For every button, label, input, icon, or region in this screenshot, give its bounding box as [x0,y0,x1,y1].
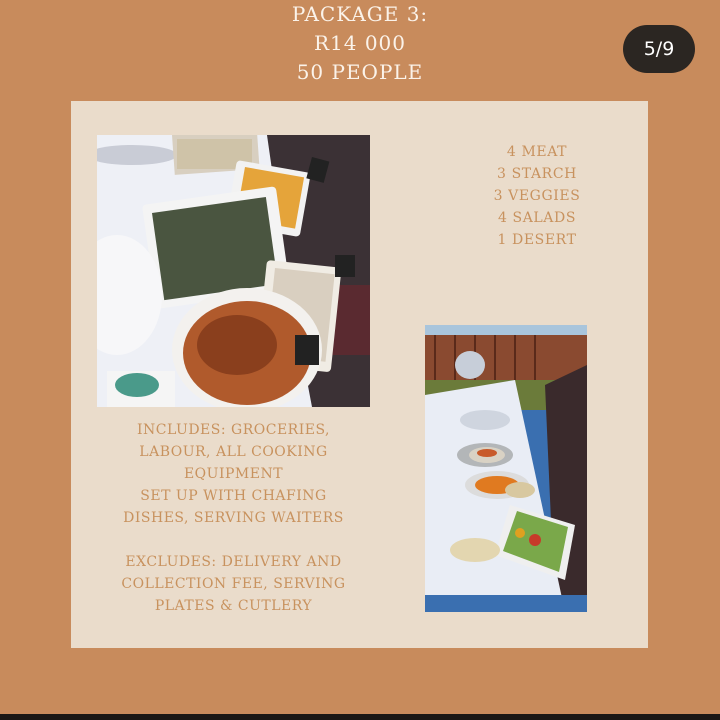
excludes-line: EXCLUDES: DELIVERY AND [125,554,342,570]
includes-line: SET UP WITH CHAFING [140,488,327,504]
package-title: PACKAGE 3: [291,2,429,26]
food-photo-buffet-table[interactable] [425,325,587,612]
menu-items-list: 4 MEAT 3 STARCH 3 VEGGIES 4 SALADS 1 DES… [457,141,617,251]
slide-counter-badge: 5/9 [623,25,695,73]
menu-item-meat: 4 MEAT [506,144,568,160]
package-header: PACKAGE 3: R14 000 50 PEOPLE [0,0,720,87]
menu-item-desert: 1 DESERT [497,232,577,248]
menu-item-veggies: 3 VEGGIES [493,188,581,204]
package-guest-count: 50 PEOPLE [296,60,424,84]
includes-line: LABOUR, ALL COOKING [139,444,328,460]
includes-line: DISHES, SERVING WAITERS [123,510,344,526]
menu-item-starch: 3 STARCH [497,166,577,182]
food-photo-platters[interactable] [97,135,370,407]
excludes-line: PLATES & CUTLERY [154,598,313,614]
includes-line: INCLUDES: GROCERIES, [137,422,330,438]
bottom-edge-bar [0,714,720,720]
package-card: 4 MEAT 3 STARCH 3 VEGGIES 4 SALADS 1 DES… [71,101,648,648]
package-details-text: INCLUDES: GROCERIES, LABOUR, ALL COOKING… [97,419,370,617]
package-price: R14 000 [313,31,407,55]
includes-line: EQUIPMENT [183,466,284,482]
menu-item-salads: 4 SALADS [497,210,577,226]
excludes-line: COLLECTION FEE, SERVING [121,576,346,592]
